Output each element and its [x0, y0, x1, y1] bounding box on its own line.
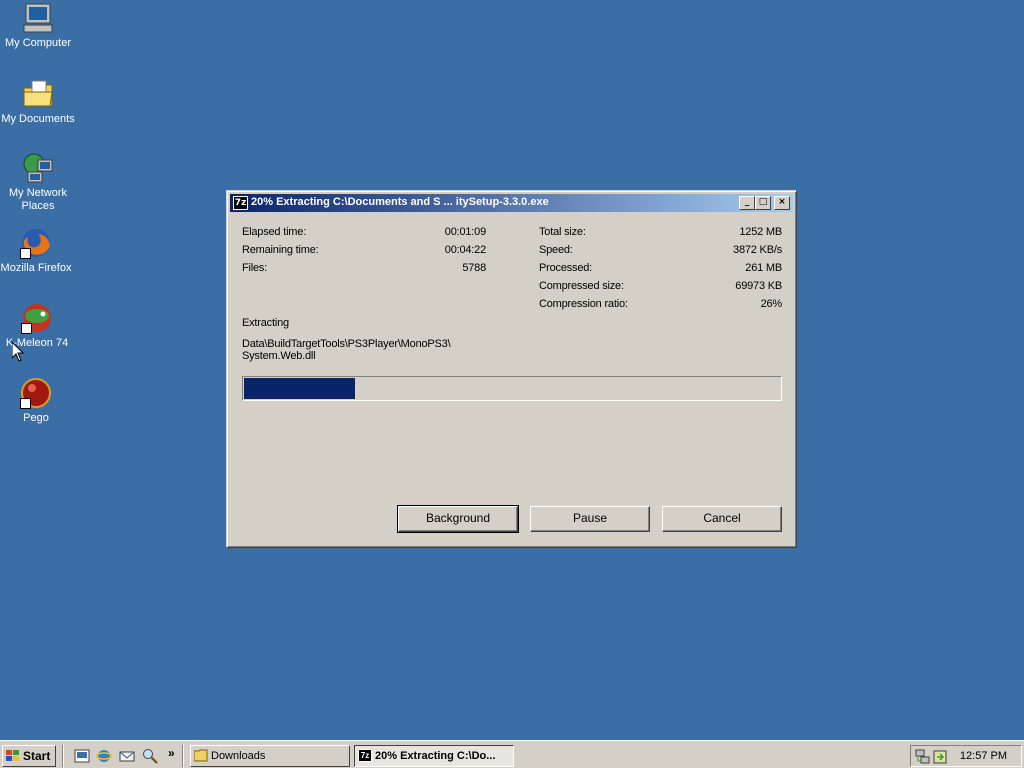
folder-icon — [194, 749, 208, 762]
pego-icon — [20, 377, 52, 409]
processed-label: Processed: — [539, 262, 593, 274]
safely-remove-hardware-icon[interactable] — [933, 749, 947, 765]
compression-ratio-label: Compression ratio: — [539, 298, 628, 310]
compressed-size-value: 69973 KB — [735, 280, 782, 292]
internet-explorer-icon[interactable] — [96, 748, 112, 764]
current-file-path: Data\BuildTargetTools\PS3Player\MonoPS3\ — [242, 338, 451, 350]
desktop-icon-my-documents[interactable]: My Documents — [0, 78, 76, 126]
outlook-express-icon[interactable] — [119, 748, 135, 764]
minimize-button[interactable]: _ — [739, 196, 755, 210]
start-label: Start — [23, 749, 51, 763]
desktop-icon-my-computer[interactable]: My Computer — [0, 2, 76, 50]
pause-button[interactable]: Pause — [530, 506, 650, 532]
shortcut-arrow-icon — [20, 248, 31, 259]
progress-bar-fill — [244, 378, 355, 399]
task-label: Downloads — [211, 750, 266, 762]
desktop-icon-pego[interactable]: Pego — [0, 377, 74, 425]
desktop-icon-mozilla-firefox[interactable]: Mozilla Firefox — [0, 227, 74, 275]
network-tray-icon[interactable] — [915, 749, 931, 765]
extraction-progress-bar — [242, 376, 782, 401]
processed-value: 261 MB — [745, 262, 782, 274]
taskbar-separator — [62, 745, 64, 767]
search-icon[interactable] — [142, 748, 158, 764]
operation-label: Extracting — [242, 317, 289, 329]
maximize-button[interactable]: □ — [755, 196, 771, 210]
desktop-icon-label: Mozilla Firefox — [0, 262, 72, 274]
task-label: 20% Extracting C:\Do... — [375, 750, 496, 762]
clock[interactable]: 12:57 PM — [960, 750, 1007, 762]
compressed-size-label: Compressed size: — [539, 280, 624, 292]
shortcut-arrow-icon — [21, 323, 32, 334]
elapsed-time-value: 00:01:09 — [444, 226, 486, 238]
task-button-downloads[interactable]: Downloads — [190, 745, 350, 767]
show-desktop-icon[interactable] — [74, 748, 90, 764]
shortcut-arrow-icon — [20, 398, 31, 409]
my-computer-icon — [22, 2, 54, 34]
desktop-icon-label: My Documents — [1, 113, 75, 125]
files-value: 5788 — [462, 262, 486, 274]
taskbar-separator — [182, 745, 184, 767]
compression-ratio-value: 26% — [760, 298, 783, 310]
mouse-cursor-icon — [12, 342, 24, 362]
my-documents-icon — [22, 78, 54, 110]
desktop-icon-my-network-places[interactable]: My Network Places — [0, 152, 76, 213]
desktop-icon-label: My Network Places — [8, 187, 68, 212]
current-file-name: System.Web.dll — [242, 350, 316, 362]
network-places-icon — [22, 152, 54, 184]
remaining-time-value: 00:04:22 — [444, 244, 486, 256]
quicklaunch-more-chevron-icon[interactable]: » — [168, 746, 175, 760]
files-label: Files: — [242, 262, 268, 274]
close-button[interactable]: × — [774, 196, 790, 210]
window-title: 20% Extracting C:\Documents and S ... it… — [251, 196, 549, 208]
total-size-label: Total size: — [539, 226, 586, 238]
firefox-icon — [20, 227, 52, 259]
total-size-value: 1252 MB — [739, 226, 782, 238]
taskbar: Start » Downloads 7z 20% Extracting C:\D… — [0, 740, 1024, 768]
cancel-button[interactable]: Cancel — [662, 506, 782, 532]
window-titlebar[interactable]: 7z 20% Extracting C:\Documents and S ...… — [230, 194, 793, 212]
7zip-icon: 7z — [358, 749, 372, 762]
start-button[interactable]: Start — [2, 745, 56, 767]
speed-label: Speed: — [539, 244, 573, 256]
windows-logo-icon — [6, 750, 19, 761]
elapsed-time-label: Elapsed time: — [242, 226, 307, 238]
7zip-app-icon[interactable]: 7z — [233, 196, 248, 210]
kmeleon-icon — [21, 302, 53, 334]
desktop-icon-label: Pego — [23, 412, 49, 424]
task-button-extracting[interactable]: 7z 20% Extracting C:\Do... — [354, 745, 514, 767]
system-tray: 12:57 PM — [910, 745, 1022, 767]
speed-value: 3872 KB/s — [733, 244, 782, 256]
remaining-time-label: Remaining time: — [242, 244, 319, 256]
background-button[interactable]: Background — [397, 505, 519, 533]
desktop-icon-label: My Computer — [4, 37, 72, 49]
